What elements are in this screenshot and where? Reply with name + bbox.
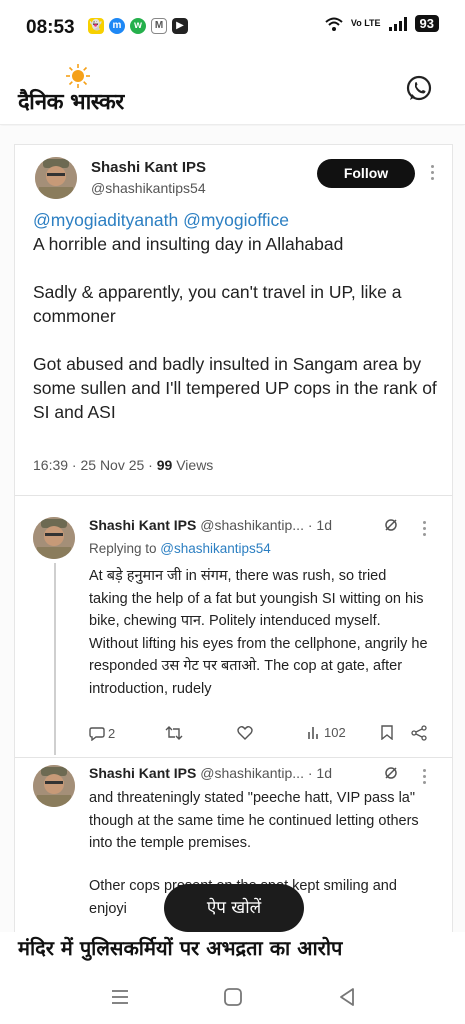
reply-count: 2: [108, 725, 116, 741]
notification-icons: 👻 m w M ▶: [88, 18, 188, 34]
article-headline[interactable]: मंदिर में पुलिसकर्मियों पर अभद्रता का आर…: [18, 934, 448, 961]
reply-header: Shashi Kant IPS @shashikantip... · 1d: [89, 765, 332, 781]
tweet-timestamp: 16:39 · 25 Nov 25 ·: [33, 457, 157, 473]
reply-action[interactable]: 2: [89, 725, 115, 741]
grok-icon[interactable]: [384, 518, 398, 532]
reply-time: · 1d: [307, 517, 332, 533]
gmail-icon: M: [151, 18, 167, 34]
views-icon: [308, 726, 318, 739]
status-right: Vo LTE 93: [325, 15, 439, 32]
embedded-tweet-screenshot: Shashi Kant IPS @shashikantips54 Follow …: [14, 144, 453, 932]
youtube-icon: ▶: [172, 18, 188, 34]
logo-sun-icon: [66, 64, 90, 88]
replying-to-handle[interactable]: @shashikantips54: [160, 541, 271, 556]
reply-text: At बड़े हनुमान जी in संगम, there was rus…: [89, 568, 428, 697]
reply-author-handle[interactable]: @shashikantip...: [200, 765, 304, 781]
retweet-action[interactable]: [165, 725, 183, 741]
tweet-views-count: 99: [156, 457, 173, 473]
back-icon[interactable]: [335, 986, 359, 1008]
like-action[interactable]: [237, 725, 253, 740]
divider: [15, 757, 452, 758]
home-icon[interactable]: [221, 986, 245, 1008]
snapchat-icon: 👻: [88, 18, 104, 34]
more-options-icon[interactable]: [431, 165, 437, 183]
author-name[interactable]: Shashi Kant IPS: [91, 159, 206, 176]
reply-header: Shashi Kant IPS @shashikantip... · 1d: [89, 517, 332, 533]
follow-button[interactable]: Follow: [317, 159, 415, 188]
author-handle[interactable]: @shashikantips54: [91, 180, 206, 196]
recent-apps-icon[interactable]: [108, 986, 132, 1008]
reply-author-name[interactable]: Shashi Kant IPS: [89, 765, 196, 781]
open-app-button[interactable]: ऐप खोलें: [164, 884, 304, 932]
reply-time: · 1d: [307, 765, 332, 781]
tweet-text: @myogiadityanath @myogioffice A horrible…: [33, 208, 438, 424]
bookmark-icon: [381, 725, 393, 740]
grok-icon[interactable]: [384, 766, 398, 780]
reply-text: and threateningly stated "peeche hatt, V…: [89, 790, 419, 851]
tweet-paragraph-3: Got abused and badly insulted in Sangam …: [33, 354, 437, 422]
bookmark-action[interactable]: [381, 725, 393, 740]
reply-author-name[interactable]: Shashi Kant IPS: [89, 517, 196, 533]
article-content: Shashi Kant IPS @shashikantips54 Follow …: [0, 126, 465, 932]
whatsapp-icon: w: [130, 18, 146, 34]
volte-indicator: Vo LTE: [350, 18, 381, 28]
views-count: 102: [324, 725, 346, 740]
app-logo[interactable]: दैनिक भास्कर: [18, 86, 124, 116]
comment-icon: [89, 727, 105, 741]
reply-avatar[interactable]: [33, 765, 75, 807]
views-action[interactable]: 102: [307, 725, 346, 740]
reply-actions: 2 102: [89, 725, 429, 747]
battery-indicator: 93: [414, 15, 439, 32]
tweet-line-1: A horrible and insulting day in Allahaba…: [33, 234, 344, 254]
tweet-meta: 16:39 · 25 Nov 25 · 99 Views: [33, 457, 213, 473]
wifi-icon: [325, 17, 343, 31]
replying-to: Replying to @shashikantips54: [89, 541, 271, 556]
messenger-icon: m: [109, 18, 125, 34]
reply-author-handle[interactable]: @shashikantip...: [200, 517, 304, 533]
reply-avatar[interactable]: [33, 517, 75, 559]
app-header: दैनिक भास्कर: [0, 52, 465, 125]
reply-more-options-icon[interactable]: [423, 769, 429, 787]
status-bar: 08:53 👻 m w M ▶ Vo LTE 93: [0, 0, 465, 52]
system-nav-bar: [0, 970, 465, 1024]
tweet-views-label: Views: [172, 457, 214, 473]
tweet-mentions[interactable]: @myogiadityanath @myogioffice: [33, 208, 438, 232]
tweet-paragraph-2: Sadly & apparently, you can't travel in …: [33, 282, 402, 326]
reply-more-options-icon[interactable]: [423, 521, 429, 539]
signal-icon: [388, 16, 407, 31]
share-icon: [411, 725, 427, 741]
author-avatar[interactable]: [35, 157, 77, 199]
replying-to-prefix: Replying to: [89, 541, 161, 556]
divider: [15, 495, 452, 496]
heart-icon: [237, 726, 253, 740]
whatsapp-share-icon[interactable]: [404, 74, 434, 104]
thread-line: [54, 563, 56, 755]
share-action[interactable]: [411, 725, 427, 741]
status-time: 08:53: [26, 17, 75, 38]
retweet-icon: [165, 726, 183, 740]
